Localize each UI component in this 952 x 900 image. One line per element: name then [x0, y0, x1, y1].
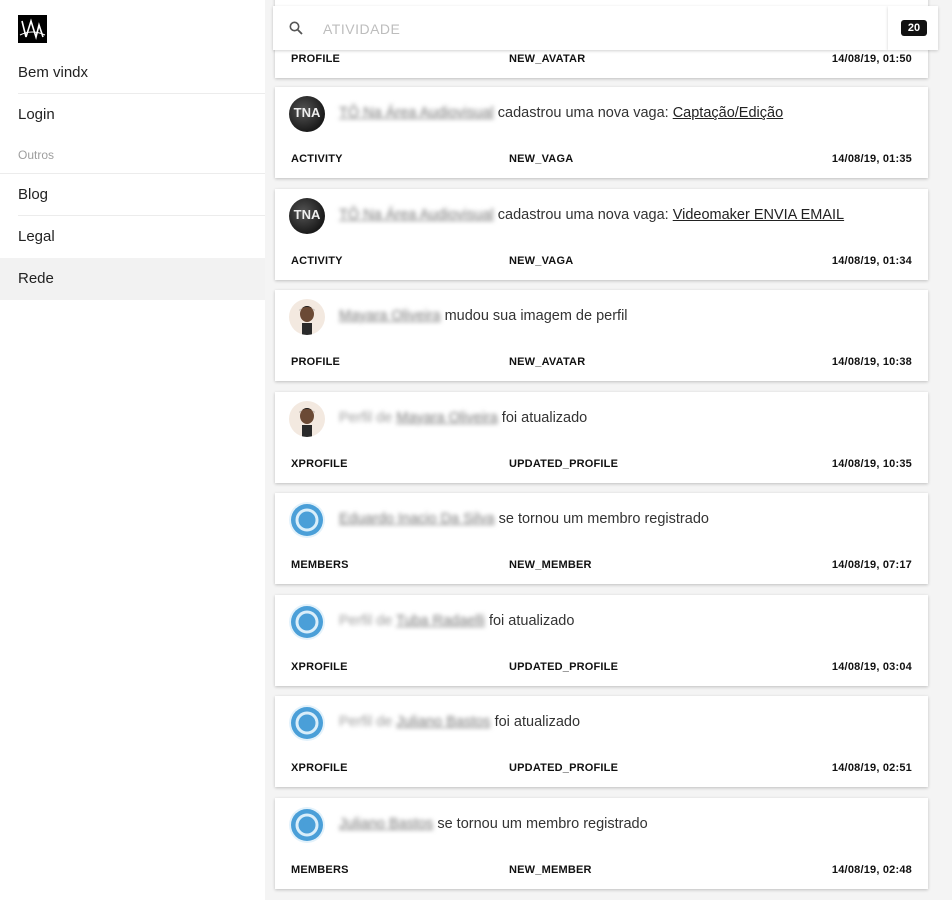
- activity-date: 14/08/19, 07:17: [831, 559, 912, 571]
- activity-type: NEW_AVATAR: [509, 53, 586, 65]
- sidebar-item-bem-vindx[interactable]: Bem vindx: [0, 52, 265, 94]
- activity-prefix: Perfil de: [339, 714, 393, 730]
- activity-date: 14/08/19, 10:38: [831, 356, 912, 368]
- activity-component: XPROFILE: [291, 458, 348, 470]
- sidebar-nav: Bem vindx Login Outros Blog Legal Rede: [0, 52, 265, 300]
- avatar[interactable]: [289, 299, 325, 335]
- activity-type: NEW_VAGA: [509, 255, 574, 267]
- activity-card: Perfil de Juliano Bastos foi atualizado …: [275, 696, 928, 787]
- default-avatar-icon: [291, 809, 323, 841]
- avatar[interactable]: [289, 401, 325, 437]
- sidebar: Bem vindx Login Outros Blog Legal Rede: [0, 0, 265, 900]
- activity-type: NEW_AVATAR: [509, 356, 586, 368]
- activity-component: MEMBERS: [291, 559, 349, 571]
- avatar-initials: TNA: [293, 105, 321, 120]
- activity-component: PROFILE: [291, 356, 341, 368]
- activity-message: Perfil de Mayara Oliveira foi atualizado: [339, 410, 587, 426]
- activity-card: Mayara Oliveira mudou sua imagem de perf…: [275, 290, 928, 381]
- activity-message: Eduardo Inacio Da Silva se tornou um mem…: [339, 511, 709, 527]
- search-input[interactable]: [321, 16, 825, 42]
- activity-message: TÔ Na Área Audiovisual cadastrou uma nov…: [339, 207, 844, 223]
- activity-date: 14/08/19, 02:48: [831, 864, 912, 876]
- activity-date: 14/08/19, 03:04: [831, 661, 912, 673]
- avatar[interactable]: [289, 604, 325, 640]
- activity-link[interactable]: Videomaker ENVIA EMAIL: [673, 207, 844, 223]
- activity-message: Juliano Bastos se tornou um membro regis…: [339, 816, 648, 832]
- search-icon[interactable]: [289, 21, 303, 35]
- activity-message: TÔ Na Área Audiovisual cadastrou uma nov…: [339, 105, 783, 121]
- sidebar-item-login[interactable]: Login: [0, 94, 265, 136]
- activity-card: Perfil de Tuba Radaelli foi atualizado X…: [275, 595, 928, 686]
- activity-text: cadastrou uma nova vaga:: [497, 105, 673, 121]
- logo-icon: [19, 18, 46, 40]
- default-avatar-icon: [291, 707, 323, 739]
- activity-message: Perfil de Juliano Bastos foi atualizado: [339, 714, 580, 730]
- activity-card: TNA TÔ Na Área Audiovisual cadastrou uma…: [275, 87, 928, 178]
- activity-component: XPROFILE: [291, 762, 348, 774]
- activity-text: foi atualizado: [501, 410, 588, 426]
- activity-date: 14/08/19, 01:34: [831, 255, 912, 267]
- activity-date: 14/08/19, 01:35: [831, 153, 912, 165]
- activity-count-badge: 20: [901, 20, 927, 36]
- activity-component: MEMBERS: [291, 864, 349, 876]
- activity-text: mudou sua imagem de perfil: [444, 308, 628, 324]
- activity-component: XPROFILE: [291, 661, 348, 673]
- activity-card: Perfil de Mayara Oliveira foi atualizado…: [275, 392, 928, 483]
- activity-card: Juliano Bastos se tornou um membro regis…: [275, 798, 928, 889]
- user-link[interactable]: TÔ Na Área Audiovisual: [339, 105, 494, 121]
- user-link[interactable]: Juliano Bastos: [396, 714, 490, 730]
- activity-text: foi atualizado: [494, 714, 581, 730]
- activity-type: NEW_MEMBER: [509, 559, 592, 571]
- activity-date: 14/08/19, 02:51: [831, 762, 912, 774]
- activity-date: 14/08/19, 01:50: [831, 53, 912, 65]
- activity-date: 14/08/19, 10:35: [831, 458, 912, 470]
- activity-component: PROFILE: [291, 53, 341, 65]
- activity-component: ACTIVITY: [291, 255, 343, 267]
- activity-card: TNA TÔ Na Área Audiovisual cadastrou uma…: [275, 189, 928, 280]
- avatar-initials: TNA: [293, 207, 321, 222]
- activity-count-box: 20: [888, 6, 938, 50]
- user-link[interactable]: Juliano Bastos: [339, 816, 433, 832]
- user-photo-icon: [299, 306, 315, 335]
- avatar[interactable]: [289, 705, 325, 741]
- sidebar-item-legal[interactable]: Legal: [0, 216, 265, 258]
- avatar[interactable]: TNA: [289, 198, 325, 234]
- user-link[interactable]: Tuba Radaelli: [396, 613, 485, 629]
- user-link[interactable]: Eduardo Inacio Da Silva: [339, 511, 495, 527]
- site-logo[interactable]: [18, 15, 47, 43]
- activity-link[interactable]: Captação/Edição: [673, 105, 783, 121]
- activity-type: UPDATED_PROFILE: [509, 762, 619, 774]
- activity-type: NEW_MEMBER: [509, 864, 592, 876]
- activity-text: se tornou um membro registrado: [437, 816, 648, 832]
- user-link[interactable]: TÔ Na Área Audiovisual: [339, 207, 494, 223]
- default-avatar-icon: [291, 606, 323, 638]
- avatar[interactable]: [289, 502, 325, 538]
- activity-text: cadastrou uma nova vaga:: [497, 207, 673, 223]
- activity-message: Perfil de Tuba Radaelli foi atualizado: [339, 613, 574, 629]
- activity-card: Eduardo Inacio Da Silva se tornou um mem…: [275, 493, 928, 584]
- activity-type: UPDATED_PROFILE: [509, 661, 619, 673]
- user-photo-icon: [299, 408, 315, 437]
- user-link[interactable]: Mayara Oliveira: [339, 308, 441, 324]
- activity-message: Mayara Oliveira mudou sua imagem de perf…: [339, 308, 628, 324]
- sidebar-item-blog[interactable]: Blog: [0, 174, 265, 216]
- scrollbar[interactable]: [943, 0, 952, 900]
- activity-type: UPDATED_PROFILE: [509, 458, 619, 470]
- default-avatar-icon: [291, 504, 323, 536]
- activity-prefix: Perfil de: [339, 410, 393, 426]
- sidebar-item-rede[interactable]: Rede: [0, 258, 265, 300]
- activity-type: NEW_VAGA: [509, 153, 574, 165]
- activity-prefix: Perfil de: [339, 613, 393, 629]
- sidebar-section-outros: Outros: [0, 136, 265, 174]
- activity-text: se tornou um membro registrado: [498, 511, 709, 527]
- avatar[interactable]: [289, 807, 325, 843]
- user-link[interactable]: Mayara Oliveira: [396, 410, 498, 426]
- activity-text: foi atualizado: [488, 613, 575, 629]
- activity-component: ACTIVITY: [291, 153, 343, 165]
- search-bar: [273, 6, 888, 50]
- avatar[interactable]: TNA: [289, 96, 325, 132]
